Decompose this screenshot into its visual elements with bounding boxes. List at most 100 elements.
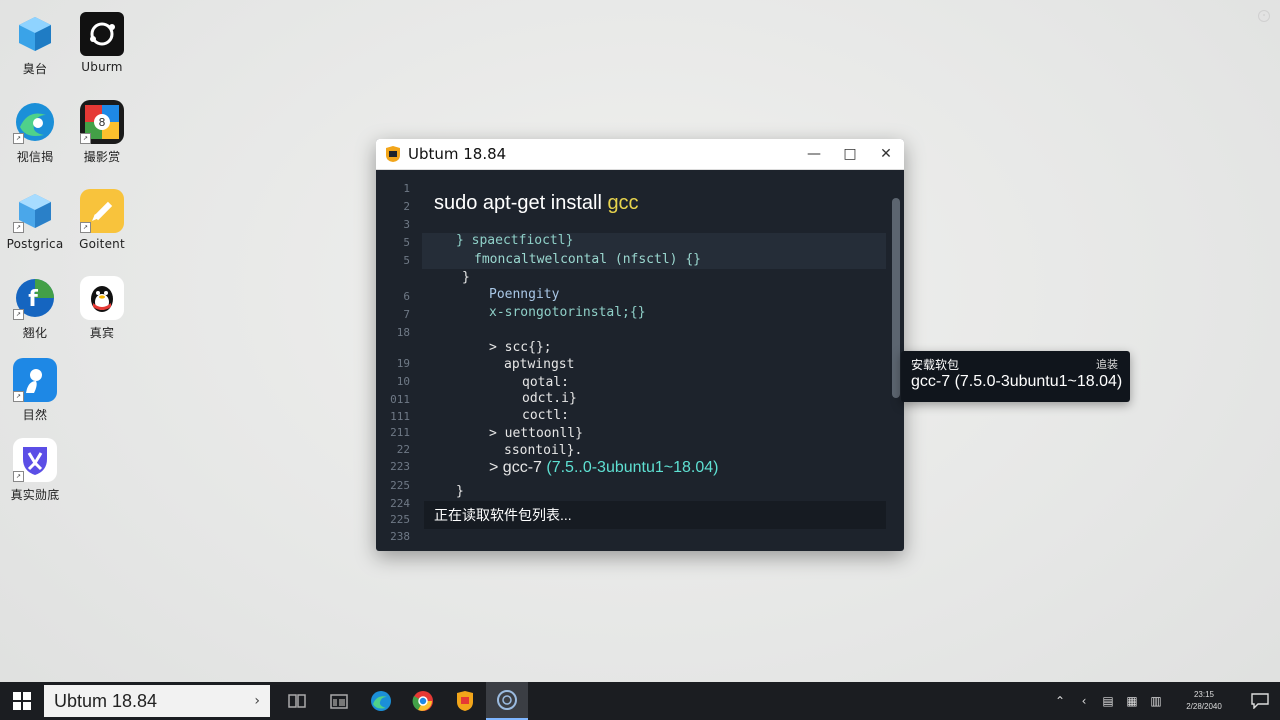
desktop-icon-label: Goitent	[79, 237, 125, 251]
line-number: 18	[396, 326, 410, 339]
command-keyword: gcc	[607, 192, 639, 214]
windows-logo-icon	[13, 692, 31, 710]
code-area: sudo apt-get install gcc } spaectfioctl}…	[424, 170, 884, 551]
tooltip-package: gcc-7 (7.5.0-3ubuntu1~18.04)	[911, 373, 1123, 390]
volume-icon[interactable]: ▦	[1120, 694, 1144, 708]
desktop-icon-label: 翘化	[22, 326, 48, 340]
shortcut-arrow-icon: ↗	[13, 133, 24, 144]
photos-icon: 8 ↗	[80, 100, 124, 144]
line-number: 3	[403, 218, 410, 231]
package-tooltip[interactable]: 安载软包 追装 gcc-7 (7.5.0-3ubuntu1~18.04)	[901, 351, 1130, 402]
line-number: 223	[390, 460, 410, 473]
line-number: 5	[403, 254, 410, 267]
minimize-button[interactable]: —	[796, 139, 832, 169]
penguin-icon	[80, 276, 124, 320]
corner-indicator: ·	[1258, 10, 1270, 22]
gcc-version: (7.5..0-3ubuntu1~18.04)	[541, 459, 719, 476]
code-line: > scc{};	[489, 340, 552, 355]
clock-date: 2/28/2040	[1186, 702, 1222, 711]
shortcut-arrow-icon: ↗	[80, 222, 91, 233]
line-number: 111	[390, 410, 410, 423]
task-view-icon	[288, 694, 306, 708]
line-number: 211	[390, 426, 410, 439]
maximize-button[interactable]: □	[832, 139, 868, 169]
browser-icon: f ↗	[13, 276, 57, 320]
desktop-icon-label: Postgrica	[6, 237, 64, 251]
desktop-icon-4[interactable]: ↗ Postgrica	[0, 189, 70, 251]
notification-button[interactable]	[1240, 682, 1280, 720]
terminal-window[interactable]: Ubtum 18.84 — □ ✕ 1 2 3 5 5 6 7 18 19 10…	[376, 139, 904, 551]
taskbar-terminal-app[interactable]	[444, 682, 486, 720]
shortcut-arrow-icon: ↗	[80, 133, 91, 144]
taskbar-file-manager[interactable]	[318, 682, 360, 720]
taskbar-active-app[interactable]	[486, 682, 528, 720]
edge-icon: ↗	[13, 100, 57, 144]
window-icon	[330, 694, 348, 709]
desktop-icon-6[interactable]: f ↗ 翘化	[0, 276, 70, 341]
line-number: 22	[396, 443, 410, 456]
taskbar-task-view[interactable]	[276, 682, 318, 720]
code-line: odct.i}	[522, 391, 577, 406]
code-line: fmoncaltwelcontal (nfsctl) {}	[474, 252, 701, 267]
search-text: Ubtum 18.84	[54, 690, 158, 711]
code-line: aptwingst	[504, 357, 575, 372]
code-line: > uettoonll}	[489, 426, 583, 441]
close-button[interactable]: ✕	[868, 139, 904, 169]
desktop-icon-label: 真宾	[89, 326, 115, 340]
line-number: 224	[390, 497, 410, 510]
gcc-line: > gcc-7 (7.5..0-3ubuntu1~18.04)	[489, 459, 719, 477]
desktop-icon-1[interactable]: Uburm	[67, 12, 137, 74]
search-arrow-icon: ›	[254, 693, 260, 709]
window-titlebar[interactable]: Ubtum 18.84 — □ ✕	[376, 139, 904, 170]
code-line: }	[462, 270, 470, 285]
taskbar-chrome[interactable]	[402, 682, 444, 720]
desktop-icon-label: 臭台	[22, 62, 48, 76]
taskbar-clock[interactable]: 23:15 2/28/2040	[1174, 689, 1234, 713]
desktop-icon-7[interactable]: 真宾	[67, 276, 137, 341]
status-line: 正在读取软件包列表...	[424, 501, 886, 529]
taskbar-edge[interactable]	[360, 682, 402, 720]
command-text: sudo apt-get install	[434, 192, 608, 214]
shortcut-arrow-icon: ↗	[13, 391, 24, 402]
desktop-icon-0[interactable]: 臭台	[0, 12, 70, 77]
code-line: x-srongotorinstal;{}	[489, 305, 646, 320]
chrome-icon	[412, 691, 433, 711]
line-number: 2	[403, 200, 410, 213]
app-shield-icon	[457, 691, 473, 711]
code-line: }	[456, 484, 464, 499]
notification-icon	[1251, 693, 1269, 709]
desktop-icon-2[interactable]: ↗ 视信揭	[0, 100, 70, 165]
desktop-icon-5[interactable]: ↗ Goitent	[67, 189, 137, 251]
network-icon[interactable]: ‹	[1072, 694, 1096, 708]
code-line: qotal:	[522, 375, 569, 390]
desktop-icon-3[interactable]: 8 ↗ 撮影赏	[67, 100, 137, 165]
gcc-package: > gcc-7	[489, 459, 542, 476]
window-title: Ubtum 18.84	[408, 145, 507, 163]
person-icon: ↗	[13, 358, 57, 402]
start-button[interactable]	[0, 682, 44, 720]
desktop-icon-label: 视信揭	[16, 150, 54, 164]
desktop-icon-8[interactable]: ↗ 目然	[0, 358, 70, 423]
scrollbar-thumb[interactable]	[892, 198, 900, 398]
code-line: } spaectfioctl}	[456, 233, 574, 248]
desktop-icon-label: Uburm	[81, 60, 123, 74]
line-number: 1	[403, 182, 410, 195]
terminal-content[interactable]: 1 2 3 5 5 6 7 18 19 10 011 111 211 22 22…	[376, 170, 904, 551]
tooltip-title: 安载软包	[911, 358, 960, 372]
line-number: 225	[390, 479, 410, 492]
code-line: Poenngity	[489, 287, 560, 302]
battery-icon[interactable]: ▤	[1096, 694, 1120, 708]
chevron-up-icon[interactable]: ⌃	[1048, 694, 1072, 708]
tooltip-action[interactable]: 追装	[1096, 356, 1118, 372]
taskbar-search-box[interactable]: Ubtum 18.84 ›	[44, 685, 270, 717]
shortcut-arrow-icon: ↗	[13, 471, 24, 482]
code-line: ssontoil}.	[504, 443, 583, 458]
clock-time: 23:15	[1193, 690, 1215, 699]
desktop-icon-label: 目然	[22, 408, 48, 422]
pencil-icon: ↗	[80, 189, 124, 233]
shield-icon: ↗	[13, 438, 57, 482]
ime-icon[interactable]: ▥	[1144, 694, 1168, 708]
line-number: 011	[390, 393, 410, 406]
system-tray: ⌃ ‹ ▤ ▦ ▥ 23:15 2/28/2040	[1048, 682, 1280, 720]
desktop-icon-9[interactable]: ↗ 真实勋底	[0, 438, 70, 503]
